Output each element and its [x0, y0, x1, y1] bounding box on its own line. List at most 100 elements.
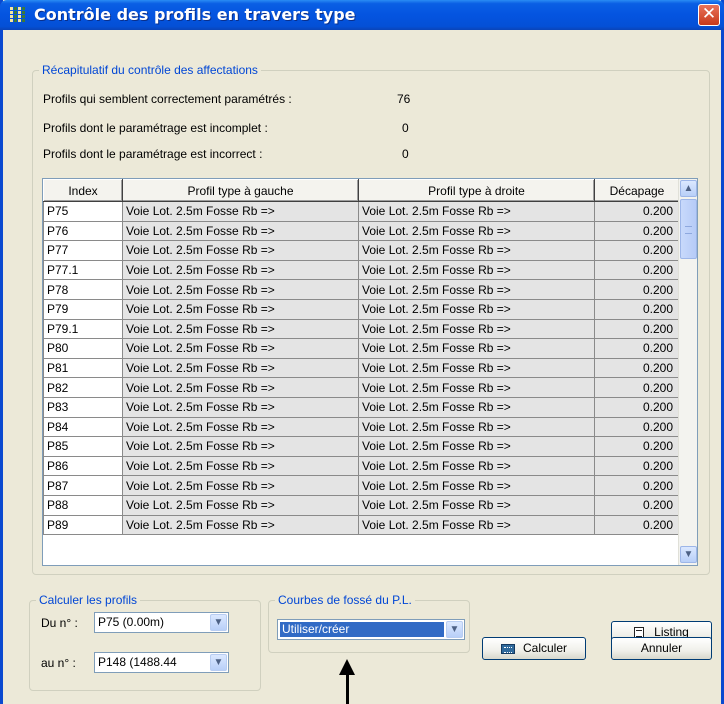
decapage-cell[interactable]: 0.200 [594, 259, 680, 281]
decapage-cell[interactable]: 0.200 [594, 220, 680, 242]
column-header-index[interactable]: Index [43, 179, 123, 202]
decapage-cell[interactable]: 0.200 [594, 377, 680, 398]
right-profile-cell[interactable]: Voie Lot. 2.5m Fosse Rb => [358, 357, 595, 379]
right-profile-cell[interactable]: Voie Lot. 2.5m Fosse Rb => [358, 220, 595, 242]
right-profile-cell[interactable]: Voie Lot. 2.5m Fosse Rb => [358, 494, 595, 516]
index-cell[interactable]: P83 [43, 396, 123, 418]
left-profile-cell[interactable]: Voie Lot. 2.5m Fosse Rb => [122, 259, 359, 281]
table-row[interactable]: P84 Voie Lot. 2.5m Fosse Rb => Voie Lot. 2… [43, 416, 680, 438]
left-profile-cell[interactable]: Voie Lot. 2.5m Fosse Rb => [122, 494, 359, 516]
to-profile-select[interactable]: P148 (1488.44 ▼ [94, 652, 229, 673]
table-row[interactable]: P77 Voie Lot. 2.5m Fosse Rb => Voie Lot. 2… [43, 240, 680, 261]
left-profile-cell[interactable]: Voie Lot. 2.5m Fosse Rb => [122, 416, 359, 438]
decapage-cell[interactable]: 0.200 [594, 416, 680, 438]
decapage-cell[interactable]: 0.200 [594, 396, 680, 418]
index-cell[interactable]: P80 [43, 338, 123, 359]
index-cell[interactable]: P79 [43, 298, 123, 320]
decapage-cell[interactable]: 0.200 [594, 279, 680, 300]
table-row[interactable]: P75 Voie Lot. 2.5m Fosse Rb => Voie Lot. 2… [43, 201, 680, 222]
table-row[interactable]: P76 Voie Lot. 2.5m Fosse Rb => Voie Lot. 2… [43, 220, 680, 242]
column-header-left-profile[interactable]: Profil type à gauche [122, 179, 359, 202]
scroll-down-icon[interactable]: ▼ [680, 546, 697, 563]
right-profile-cell[interactable]: Voie Lot. 2.5m Fosse Rb => [358, 201, 595, 222]
left-profile-cell[interactable]: Voie Lot. 2.5m Fosse Rb => [122, 396, 359, 418]
decapage-cell[interactable]: 0.200 [594, 240, 680, 261]
table-row[interactable]: P81 Voie Lot. 2.5m Fosse Rb => Voie Lot. 2… [43, 357, 680, 379]
annuler-button[interactable]: Annuler [611, 637, 712, 660]
index-cell[interactable]: P76 [43, 220, 123, 242]
left-profile-cell[interactable]: Voie Lot. 2.5m Fosse Rb => [122, 436, 359, 457]
right-profile-cell[interactable]: Voie Lot. 2.5m Fosse Rb => [358, 436, 595, 457]
decapage-cell[interactable]: 0.200 [594, 455, 680, 477]
left-profile-cell[interactable]: Voie Lot. 2.5m Fosse Rb => [122, 338, 359, 359]
column-header-decapage[interactable]: Décapage [594, 179, 680, 202]
right-profile-cell[interactable]: Voie Lot. 2.5m Fosse Rb => [358, 298, 595, 320]
table-row[interactable]: P80 Voie Lot. 2.5m Fosse Rb => Voie Lot. 2… [43, 338, 680, 359]
decapage-cell[interactable]: 0.200 [594, 514, 680, 536]
close-icon[interactable]: ✕ [698, 4, 720, 26]
left-profile-cell[interactable]: Voie Lot. 2.5m Fosse Rb => [122, 201, 359, 222]
decapage-cell[interactable]: 0.200 [594, 201, 680, 222]
table-row[interactable]: P83 Voie Lot. 2.5m Fosse Rb => Voie Lot. 2… [43, 396, 680, 418]
chevron-down-icon[interactable]: ▼ [210, 654, 227, 671]
index-cell[interactable]: P82 [43, 377, 123, 398]
decapage-cell[interactable]: 0.200 [594, 318, 680, 340]
table-row[interactable]: P79.1 Voie Lot. 2.5m Fosse Rb => Voie Lot.… [43, 318, 680, 340]
index-cell[interactable]: P77 [43, 240, 123, 261]
right-profile-cell[interactable]: Voie Lot. 2.5m Fosse Rb => [358, 455, 595, 477]
right-profile-cell[interactable]: Voie Lot. 2.5m Fosse Rb => [358, 240, 595, 261]
left-profile-cell[interactable]: Voie Lot. 2.5m Fosse Rb => [122, 514, 359, 536]
right-profile-cell[interactable]: Voie Lot. 2.5m Fosse Rb => [358, 416, 595, 438]
left-profile-cell[interactable]: Voie Lot. 2.5m Fosse Rb => [122, 240, 359, 261]
table-scrollbar[interactable]: ▲ ▼ [678, 179, 697, 565]
index-cell[interactable]: P87 [43, 475, 123, 496]
table-row[interactable]: P77.1 Voie Lot. 2.5m Fosse Rb => Voie Lot.… [43, 259, 680, 281]
decapage-cell[interactable]: 0.200 [594, 357, 680, 379]
index-cell[interactable]: P77.1 [43, 259, 123, 281]
index-cell[interactable]: P89 [43, 514, 123, 536]
index-cell[interactable]: P86 [43, 455, 123, 477]
index-cell[interactable]: P79.1 [43, 318, 123, 340]
left-profile-cell[interactable]: Voie Lot. 2.5m Fosse Rb => [122, 298, 359, 320]
right-profile-cell[interactable]: Voie Lot. 2.5m Fosse Rb => [358, 475, 595, 496]
scroll-thumb[interactable] [680, 199, 697, 259]
column-header-right-profile[interactable]: Profil type à droite [358, 179, 595, 202]
table-row[interactable]: P82 Voie Lot. 2.5m Fosse Rb => Voie Lot. 2… [43, 377, 680, 398]
right-profile-cell[interactable]: Voie Lot. 2.5m Fosse Rb => [358, 318, 595, 340]
table-row[interactable]: P78 Voie Lot. 2.5m Fosse Rb => Voie Lot. 2… [43, 279, 680, 300]
index-cell[interactable]: P78 [43, 279, 123, 300]
right-profile-cell[interactable]: Voie Lot. 2.5m Fosse Rb => [358, 514, 595, 536]
left-profile-cell[interactable]: Voie Lot. 2.5m Fosse Rb => [122, 220, 359, 242]
index-cell[interactable]: P88 [43, 494, 123, 516]
chevron-down-icon[interactable]: ▼ [446, 621, 463, 638]
table-row[interactable]: P87 Voie Lot. 2.5m Fosse Rb => Voie Lot. 2… [43, 475, 680, 496]
scroll-up-icon[interactable]: ▲ [680, 180, 697, 197]
chevron-down-icon[interactable]: ▼ [210, 614, 227, 631]
table-row[interactable]: P85 Voie Lot. 2.5m Fosse Rb => Voie Lot. 2… [43, 436, 680, 457]
table-row[interactable]: P79 Voie Lot. 2.5m Fosse Rb => Voie Lot. 2… [43, 298, 680, 320]
left-profile-cell[interactable]: Voie Lot. 2.5m Fosse Rb => [122, 475, 359, 496]
left-profile-cell[interactable]: Voie Lot. 2.5m Fosse Rb => [122, 455, 359, 477]
index-cell[interactable]: P85 [43, 436, 123, 457]
left-profile-cell[interactable]: Voie Lot. 2.5m Fosse Rb => [122, 279, 359, 300]
left-profile-cell[interactable]: Voie Lot. 2.5m Fosse Rb => [122, 377, 359, 398]
ditch-curves-select[interactable]: Utiliser/créer ▼ [277, 619, 465, 640]
table-row[interactable]: P88 Voie Lot. 2.5m Fosse Rb => Voie Lot. 2… [43, 494, 680, 516]
decapage-cell[interactable]: 0.200 [594, 338, 680, 359]
right-profile-cell[interactable]: Voie Lot. 2.5m Fosse Rb => [358, 259, 595, 281]
index-cell[interactable]: P75 [43, 201, 123, 222]
right-profile-cell[interactable]: Voie Lot. 2.5m Fosse Rb => [358, 338, 595, 359]
decapage-cell[interactable]: 0.200 [594, 298, 680, 320]
index-cell[interactable]: P84 [43, 416, 123, 438]
profiles-table[interactable]: Index Profil type à gauche Profil type à… [42, 178, 698, 566]
table-row[interactable]: P86 Voie Lot. 2.5m Fosse Rb => Voie Lot. 2… [43, 455, 680, 477]
right-profile-cell[interactable]: Voie Lot. 2.5m Fosse Rb => [358, 377, 595, 398]
decapage-cell[interactable]: 0.200 [594, 494, 680, 516]
left-profile-cell[interactable]: Voie Lot. 2.5m Fosse Rb => [122, 357, 359, 379]
title-bar[interactable]: Contrôle des profils en travers type ✕ [0, 0, 724, 30]
calculer-button[interactable]: Calculer [482, 637, 586, 660]
decapage-cell[interactable]: 0.200 [594, 475, 680, 496]
from-profile-select[interactable]: P75 (0.00m) ▼ [94, 612, 229, 633]
index-cell[interactable]: P81 [43, 357, 123, 379]
right-profile-cell[interactable]: Voie Lot. 2.5m Fosse Rb => [358, 279, 595, 300]
